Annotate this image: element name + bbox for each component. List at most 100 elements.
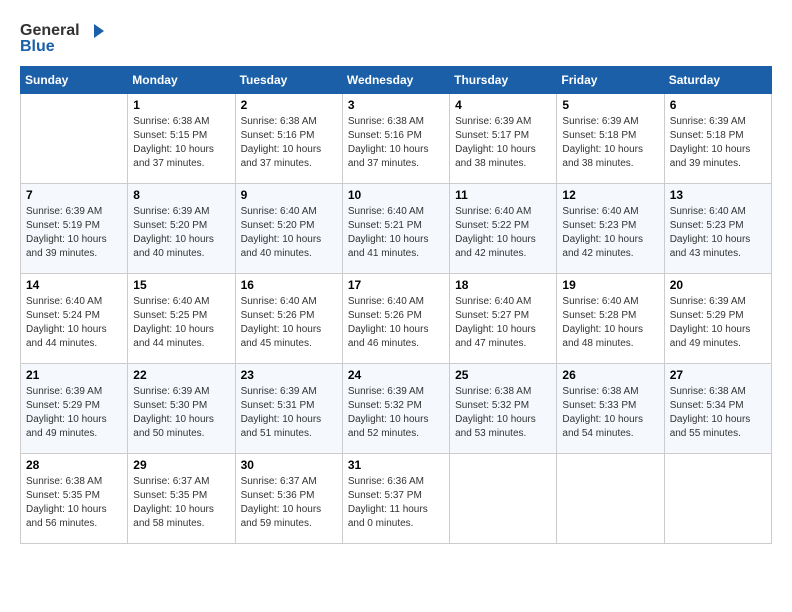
day-info: Sunrise: 6:40 AM Sunset: 5:28 PM Dayligh… (562, 295, 658, 351)
day-cell: 27Sunrise: 6:38 AM Sunset: 5:34 PM Dayli… (664, 364, 771, 454)
calendar-header-row: SundayMondayTuesdayWednesdayThursdayFrid… (21, 67, 772, 94)
header-sunday: Sunday (21, 67, 128, 94)
day-number: 19 (562, 278, 658, 292)
day-cell: 16 Sunrise: 6:40 AM Sunset: 5:26 PM Dayli… (235, 274, 342, 364)
day-info: Sunrise: 6:40 AM Sunset: 5:25 PM Dayligh… (133, 295, 229, 351)
day-cell (557, 454, 664, 544)
day-number: 1 (133, 98, 229, 112)
week-row-3: 14 Sunrise: 6:40 AM Sunset: 5:24 PM Dayli… (21, 274, 772, 364)
header-thursday: Thursday (450, 67, 557, 94)
day-number: 18 (455, 278, 551, 292)
day-info: Sunrise: 6:39 AM Sunset: 5:31 PM Dayligh… (241, 385, 337, 441)
day-number: 10 (348, 188, 444, 202)
day-number: 28 (26, 458, 122, 472)
day-cell: 31 Sunrise: 6:36 AM Sunset: 5:37 PM Dayli… (342, 454, 449, 544)
day-number: 12 (562, 188, 658, 202)
day-number: 27 (670, 368, 766, 382)
logo: General Blue (20, 20, 104, 56)
day-cell: 28 Sunrise: 6:38 AM Sunset: 5:35 PM Dayli… (21, 454, 128, 544)
day-number: 23 (241, 368, 337, 382)
header-friday: Friday (557, 67, 664, 94)
day-info: Sunrise: 6:39 AM Sunset: 5:29 PM Dayligh… (26, 385, 122, 441)
day-cell: 1Sunrise: 6:38 AM Sunset: 5:15 PM Daylig… (128, 94, 235, 184)
day-cell: 10 Sunrise: 6:40 AM Sunset: 5:21 PM Dayli… (342, 184, 449, 274)
day-info: Sunrise: 6:40 AM Sunset: 5:22 PM Dayligh… (455, 205, 551, 261)
day-info: Sunrise: 6:38 AM Sunset: 5:32 PM Dayligh… (455, 385, 551, 441)
day-info: Sunrise: 6:37 AM Sunset: 5:36 PM Dayligh… (241, 475, 337, 531)
day-number: 25 (455, 368, 551, 382)
day-cell (21, 94, 128, 184)
day-cell: 15 Sunrise: 6:40 AM Sunset: 5:25 PM Dayli… (128, 274, 235, 364)
day-number: 4 (455, 98, 551, 112)
header-monday: Monday (128, 67, 235, 94)
day-info: Sunrise: 6:38 AM Sunset: 5:16 PM Dayligh… (241, 115, 337, 171)
day-number: 17 (348, 278, 444, 292)
day-number: 11 (455, 188, 551, 202)
day-cell: 9 Sunrise: 6:40 AM Sunset: 5:20 PM Daylig… (235, 184, 342, 274)
day-cell: 30 Sunrise: 6:37 AM Sunset: 5:36 PM Dayli… (235, 454, 342, 544)
day-number: 22 (133, 368, 229, 382)
day-number: 16 (241, 278, 337, 292)
day-cell: 7 Sunrise: 6:39 AM Sunset: 5:19 PM Daylig… (21, 184, 128, 274)
day-info: Sunrise: 6:39 AM Sunset: 5:17 PM Dayligh… (455, 115, 551, 171)
header-tuesday: Tuesday (235, 67, 342, 94)
week-row-5: 28 Sunrise: 6:38 AM Sunset: 5:35 PM Dayli… (21, 454, 772, 544)
day-number: 2 (241, 98, 337, 112)
day-info: Sunrise: 6:39 AM Sunset: 5:19 PM Dayligh… (26, 205, 122, 261)
day-number: 21 (26, 368, 122, 382)
day-cell: 5 Sunrise: 6:39 AM Sunset: 5:18 PM Daylig… (557, 94, 664, 184)
day-cell: 17Sunrise: 6:40 AM Sunset: 5:26 PM Dayli… (342, 274, 449, 364)
day-cell: 26Sunrise: 6:38 AM Sunset: 5:33 PM Dayli… (557, 364, 664, 454)
day-info: Sunrise: 6:39 AM Sunset: 5:32 PM Dayligh… (348, 385, 444, 441)
day-info: Sunrise: 6:39 AM Sunset: 5:18 PM Dayligh… (670, 115, 766, 171)
day-number: 14 (26, 278, 122, 292)
page-header: General Blue (20, 20, 772, 56)
day-info: Sunrise: 6:36 AM Sunset: 5:37 PM Dayligh… (348, 475, 444, 531)
day-number: 31 (348, 458, 444, 472)
day-number: 30 (241, 458, 337, 472)
day-cell: 3 Sunrise: 6:38 AM Sunset: 5:16 PM Daylig… (342, 94, 449, 184)
day-info: Sunrise: 6:38 AM Sunset: 5:33 PM Dayligh… (562, 385, 658, 441)
day-info: Sunrise: 6:40 AM Sunset: 5:20 PM Dayligh… (241, 205, 337, 261)
day-info: Sunrise: 6:39 AM Sunset: 5:18 PM Dayligh… (562, 115, 658, 171)
day-info: Sunrise: 6:40 AM Sunset: 5:23 PM Dayligh… (562, 205, 658, 261)
day-number: 13 (670, 188, 766, 202)
day-cell: 11 Sunrise: 6:40 AM Sunset: 5:22 PM Dayli… (450, 184, 557, 274)
week-row-4: 21 Sunrise: 6:39 AM Sunset: 5:29 PM Dayli… (21, 364, 772, 454)
day-info: Sunrise: 6:40 AM Sunset: 5:24 PM Dayligh… (26, 295, 122, 351)
week-row-1: 1Sunrise: 6:38 AM Sunset: 5:15 PM Daylig… (21, 94, 772, 184)
day-cell: 4 Sunrise: 6:39 AM Sunset: 5:17 PM Daylig… (450, 94, 557, 184)
day-number: 7 (26, 188, 122, 202)
header-saturday: Saturday (664, 67, 771, 94)
day-info: Sunrise: 6:39 AM Sunset: 5:30 PM Dayligh… (133, 385, 229, 441)
day-cell: 20 Sunrise: 6:39 AM Sunset: 5:29 PM Dayli… (664, 274, 771, 364)
day-number: 5 (562, 98, 658, 112)
day-number: 3 (348, 98, 444, 112)
day-info: Sunrise: 6:38 AM Sunset: 5:35 PM Dayligh… (26, 475, 122, 531)
logo-text-blue: Blue (20, 38, 55, 56)
day-cell: 18 Sunrise: 6:40 AM Sunset: 5:27 PM Dayli… (450, 274, 557, 364)
day-cell: 13Sunrise: 6:40 AM Sunset: 5:23 PM Dayli… (664, 184, 771, 274)
day-cell: 19 Sunrise: 6:40 AM Sunset: 5:28 PM Dayli… (557, 274, 664, 364)
day-cell: 6 Sunrise: 6:39 AM Sunset: 5:18 PM Daylig… (664, 94, 771, 184)
day-info: Sunrise: 6:40 AM Sunset: 5:21 PM Dayligh… (348, 205, 444, 261)
day-info: Sunrise: 6:39 AM Sunset: 5:20 PM Dayligh… (133, 205, 229, 261)
day-cell: 23 Sunrise: 6:39 AM Sunset: 5:31 PM Dayli… (235, 364, 342, 454)
day-cell: 8 Sunrise: 6:39 AM Sunset: 5:20 PM Daylig… (128, 184, 235, 274)
day-number: 24 (348, 368, 444, 382)
day-info: Sunrise: 6:40 AM Sunset: 5:26 PM Dayligh… (241, 295, 337, 351)
day-number: 9 (241, 188, 337, 202)
week-row-2: 7 Sunrise: 6:39 AM Sunset: 5:19 PM Daylig… (21, 184, 772, 274)
day-cell: 2 Sunrise: 6:38 AM Sunset: 5:16 PM Daylig… (235, 94, 342, 184)
day-info: Sunrise: 6:37 AM Sunset: 5:35 PM Dayligh… (133, 475, 229, 531)
day-number: 8 (133, 188, 229, 202)
day-info: Sunrise: 6:39 AM Sunset: 5:29 PM Dayligh… (670, 295, 766, 351)
day-cell: 25 Sunrise: 6:38 AM Sunset: 5:32 PM Dayli… (450, 364, 557, 454)
day-number: 6 (670, 98, 766, 112)
day-number: 20 (670, 278, 766, 292)
day-info: Sunrise: 6:38 AM Sunset: 5:16 PM Dayligh… (348, 115, 444, 171)
day-number: 15 (133, 278, 229, 292)
day-cell: 21 Sunrise: 6:39 AM Sunset: 5:29 PM Dayli… (21, 364, 128, 454)
day-info: Sunrise: 6:40 AM Sunset: 5:27 PM Dayligh… (455, 295, 551, 351)
day-cell: 12 Sunrise: 6:40 AM Sunset: 5:23 PM Dayli… (557, 184, 664, 274)
